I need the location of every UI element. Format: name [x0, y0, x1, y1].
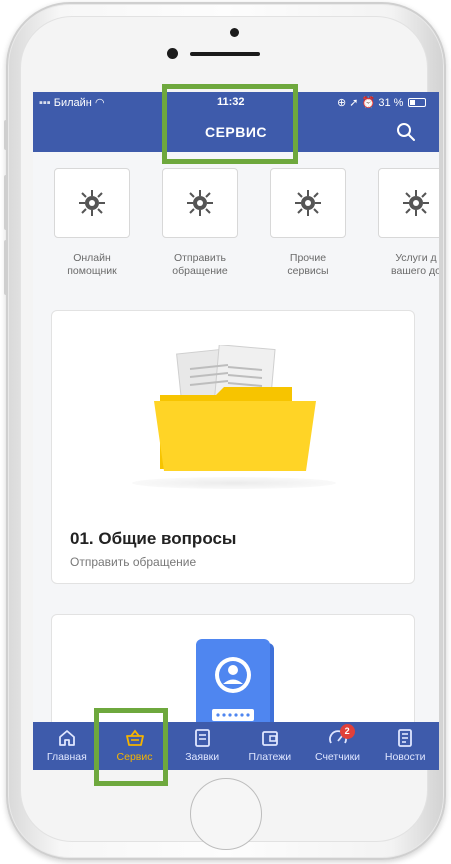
tab-label: Платежи — [248, 751, 292, 763]
wifi-icon: ◠ — [94, 97, 105, 109]
orientation-lock-icon: ⊕ — [337, 97, 347, 109]
quick-actions: Онлайн помощник Отправить обращение Проч… — [33, 168, 439, 298]
quick-action-label: Отправить обращение — [172, 252, 228, 277]
status-right: ⊕ ➚ ⏰ 31 % — [337, 96, 427, 109]
highlight-service-tab-box — [94, 708, 168, 786]
card-title: 01. Общие вопросы — [70, 529, 237, 548]
quick-action-card[interactable] — [270, 168, 346, 238]
quick-action-card[interactable] — [54, 168, 130, 238]
gear-burst-icon — [295, 190, 321, 216]
gear-burst-icon — [187, 190, 213, 216]
notification-badge: 2 — [339, 724, 355, 739]
phone-volume-down — [4, 240, 8, 295]
location-icon: ➚ — [349, 97, 359, 109]
battery-percent: 31 % — [378, 97, 404, 109]
home-button[interactable] — [190, 778, 262, 850]
folder-icon — [154, 345, 316, 471]
quick-action-home-services[interactable]: Услуги д вашего до — [371, 168, 439, 278]
quick-action-label: Онлайн помощник — [67, 252, 117, 277]
tab-home[interactable]: Главная — [33, 722, 101, 770]
home-icon — [58, 730, 75, 746]
requests-icon — [195, 729, 211, 747]
gear-burst-icon — [79, 190, 105, 216]
search-icon[interactable] — [395, 121, 417, 143]
quick-action-label: Прочие сервисы — [287, 252, 329, 277]
phone-volume-up — [4, 175, 8, 230]
tab-news[interactable]: Новости — [371, 722, 439, 770]
highlight-title-box — [162, 84, 298, 164]
service-card-general[interactable]: 01. Общие вопросы Отправить обращение — [51, 310, 415, 584]
news-icon — [398, 729, 413, 747]
app-screen: ▪▪▪ Билайн ◠ 11:32 ⊕ ➚ ⏰ 31 % СЕРВИС Онл… — [33, 92, 439, 770]
tab-payments[interactable]: Платежи — [236, 722, 304, 770]
gear-burst-icon — [403, 190, 429, 216]
signal-icon: ▪▪▪ — [39, 97, 51, 109]
phone-side-button — [4, 120, 8, 150]
quick-action-label: Услуги д вашего до — [391, 252, 439, 277]
quick-action-card[interactable] — [162, 168, 238, 238]
battery-icon — [408, 98, 427, 107]
alarm-icon: ⏰ — [361, 97, 376, 109]
quick-action-send-request[interactable]: Отправить обращение — [155, 168, 245, 278]
carrier-label: ▪▪▪ Билайн ◠ — [39, 96, 105, 109]
wallet-icon — [261, 731, 278, 746]
tab-requests[interactable]: Заявки — [168, 722, 236, 770]
earpiece-speaker — [190, 52, 260, 56]
tab-meters[interactable]: 2 Счетчики — [304, 722, 372, 770]
card-subtitle: Отправить обращение — [70, 555, 197, 569]
quick-action-other-services[interactable]: Прочие сервисы — [263, 168, 353, 278]
tab-label: Новости — [384, 751, 426, 763]
carrier-name: Билайн — [53, 97, 92, 109]
tab-label: Главная — [46, 751, 87, 763]
tab-label: Заявки — [185, 751, 220, 763]
quick-action-online-helper[interactable]: Онлайн помощник — [47, 168, 137, 278]
proximity-sensor — [167, 48, 178, 59]
front-camera — [230, 28, 239, 37]
quick-action-card[interactable] — [378, 168, 439, 238]
tab-label: Счетчики — [315, 751, 361, 763]
folder-shadow — [132, 477, 336, 489]
